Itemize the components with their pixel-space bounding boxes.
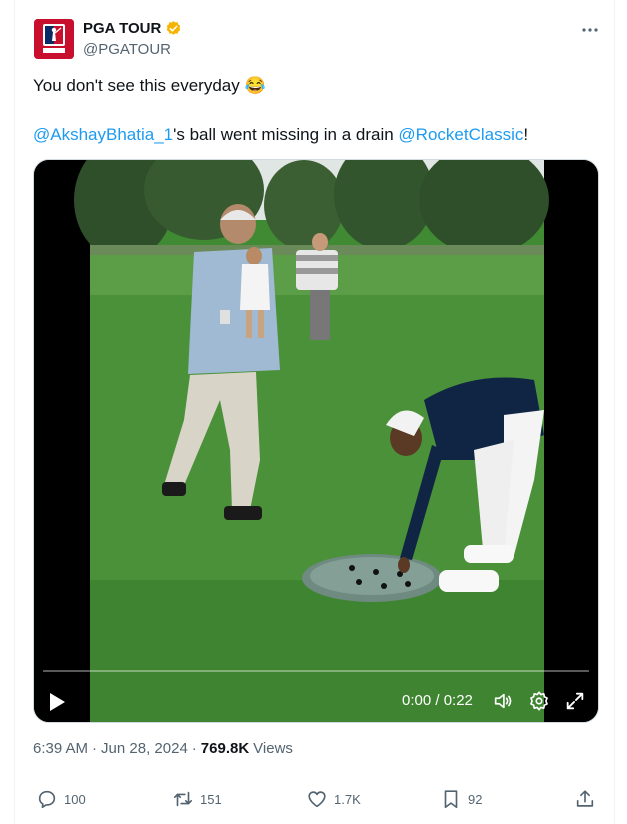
meta-separator: · <box>191 740 197 757</box>
reply-icon <box>38 790 56 809</box>
tweet-text-middle: 's ball went missing in a drain <box>173 125 399 144</box>
action-bar: 100 151 1.7K 92 <box>36 788 598 812</box>
like-icon <box>308 791 326 808</box>
repost-icon <box>173 791 193 807</box>
bookmark-icon <box>444 790 458 809</box>
play-icon[interactable] <box>46 690 68 714</box>
views-label: Views <box>253 740 293 757</box>
share-icon <box>576 790 594 807</box>
video-time: 0:00 / 0:22 <box>402 692 473 709</box>
fullscreen-icon[interactable] <box>564 690 586 712</box>
repost-button[interactable]: 151 <box>172 788 222 810</box>
like-count: 1.7K <box>334 791 361 807</box>
meta-separator: · <box>92 740 98 757</box>
tweet-date[interactable]: Jun 28, 2024 <box>101 740 188 757</box>
video-player[interactable]: 0:00 / 0:22 <box>33 159 599 723</box>
reply-count: 100 <box>64 791 86 807</box>
avatar[interactable] <box>34 19 74 59</box>
bookmark-button[interactable]: 92 <box>440 788 482 810</box>
views-count: 769.8K <box>200 740 250 757</box>
tweet-time[interactable]: 6:39 AM <box>33 740 88 757</box>
handle[interactable]: @PGATOUR <box>83 41 171 58</box>
verified-badge-icon <box>167 21 181 35</box>
like-button[interactable]: 1.7K <box>306 788 361 810</box>
bookmark-count: 92 <box>468 791 483 807</box>
reply-button[interactable]: 100 <box>36 788 86 810</box>
volume-icon[interactable] <box>492 690 514 712</box>
video-frame <box>34 160 598 722</box>
tweet-text: You don't see this everyday <box>33 76 240 95</box>
mention-akshay[interactable]: @AkshayBhatia_1 <box>33 125 173 144</box>
share-button[interactable] <box>574 788 596 810</box>
more-icon[interactable] <box>580 22 600 38</box>
display-name[interactable]: PGA TOUR <box>83 20 161 37</box>
tweet-text-end: ! <box>523 125 529 144</box>
mention-rocket-classic[interactable]: @RocketClassic <box>398 125 523 144</box>
video-progress-bar[interactable] <box>43 670 589 672</box>
tweet-meta: 6:39 AM · Jun 28, 2024 · 769.8K Views <box>33 740 293 757</box>
laughing-emoji: 😂 <box>244 76 266 95</box>
repost-count: 151 <box>200 791 222 807</box>
tweet-text-line2: @AkshayBhatia_1's ball went missing in a… <box>33 124 528 146</box>
tweet-text-line1: You don't see this everyday 😂 <box>33 75 266 97</box>
settings-icon[interactable] <box>528 690 550 712</box>
